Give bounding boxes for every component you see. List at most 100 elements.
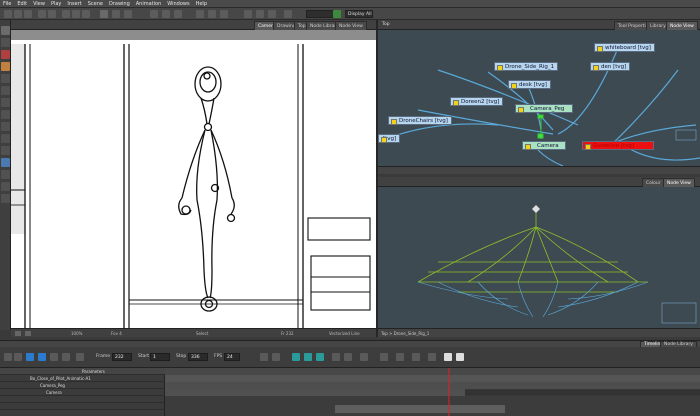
key-icon[interactable] xyxy=(260,353,268,361)
first-frame-icon[interactable] xyxy=(4,353,12,361)
next-frame-icon[interactable] xyxy=(50,353,58,361)
node-view-canvas[interactable]: whiteboard [tvg] Drone_Side_Rig_1 den [t… xyxy=(378,30,700,166)
onion-skin-icon[interactable] xyxy=(292,353,300,361)
pencil-tool-icon[interactable] xyxy=(1,62,10,71)
node-view2-canvas[interactable] xyxy=(378,187,700,328)
zoom-level[interactable]: 100% xyxy=(71,331,82,336)
paint-tool-icon[interactable] xyxy=(1,158,10,167)
reset-rotation-icon[interactable] xyxy=(256,10,264,18)
brush-tool-icon[interactable] xyxy=(1,50,10,59)
tab-colour[interactable]: Colour xyxy=(642,178,665,187)
marker-icon[interactable] xyxy=(360,353,368,361)
reset-view-icon[interactable] xyxy=(15,331,21,336)
dropper-tool-icon[interactable] xyxy=(1,170,10,179)
copy-icon[interactable] xyxy=(72,10,80,18)
light-table-icon[interactable] xyxy=(220,10,228,18)
ellipse-tool-icon[interactable] xyxy=(1,134,10,143)
node-guideline[interactable]: Guideline [tvg] xyxy=(582,141,654,150)
menu-edit[interactable]: Edit xyxy=(17,1,27,7)
node-desk[interactable]: desk [tvg] xyxy=(508,80,551,89)
menu-file[interactable]: File xyxy=(3,1,11,7)
stop-field[interactable]: 336 xyxy=(188,353,208,361)
menu-play[interactable]: Play xyxy=(51,1,61,7)
menu-windows[interactable]: Windows xyxy=(167,1,189,7)
layer-row[interactable] xyxy=(0,396,165,403)
eraser-tool-icon[interactable] xyxy=(1,86,10,95)
undo-icon[interactable] xyxy=(38,10,46,18)
layer-row[interactable]: Bo_Close_of_Pilot_Animatic-A1 xyxy=(0,375,165,382)
node-drone-side-rig[interactable]: Drone_Side_Rig_1 xyxy=(494,62,559,71)
contour-editor-icon[interactable] xyxy=(1,38,10,47)
menu-scene[interactable]: Scene xyxy=(88,1,103,7)
timeline-grid[interactable] xyxy=(165,368,700,416)
layer-row[interactable]: Camera xyxy=(0,389,165,396)
add-peg-icon[interactable] xyxy=(396,353,404,361)
hand-tool-icon[interactable] xyxy=(1,182,10,191)
paste-icon[interactable] xyxy=(82,10,90,18)
menu-animation[interactable]: Animation xyxy=(136,1,162,7)
motion-key-icon[interactable] xyxy=(272,353,280,361)
cut-icon[interactable] xyxy=(62,10,70,18)
link-icon[interactable] xyxy=(428,353,436,361)
node-camera[interactable]: Camera xyxy=(522,141,566,150)
render-icon[interactable] xyxy=(284,10,292,18)
prev-frame-icon[interactable] xyxy=(14,353,22,361)
node-dronechairs[interactable]: DroneChairs [tvg] xyxy=(388,116,452,125)
open-icon[interactable] xyxy=(14,10,22,18)
rotate-view-icon[interactable] xyxy=(25,331,31,336)
menu-insert[interactable]: Insert xyxy=(67,1,81,7)
rectangle-tool-icon[interactable] xyxy=(1,122,10,131)
select-tool-icon[interactable] xyxy=(1,26,10,35)
hold-icon[interactable] xyxy=(344,353,352,361)
rotate-icon[interactable] xyxy=(124,10,132,18)
brush-icon[interactable] xyxy=(150,10,158,18)
camera-canvas[interactable] xyxy=(11,30,376,328)
menu-help[interactable]: Help xyxy=(196,1,207,7)
redo-icon[interactable] xyxy=(48,10,56,18)
node-whiteboard[interactable]: whiteboard [tvg] xyxy=(594,43,655,52)
layer-row[interactable]: Camera_Peg xyxy=(0,382,165,389)
last-frame-icon[interactable] xyxy=(62,353,70,361)
node-doreen2[interactable]: Doreen2 [tvg] xyxy=(450,97,504,106)
cutter-tool-icon[interactable] xyxy=(1,98,10,107)
zoom-tool-icon[interactable] xyxy=(1,194,10,203)
layer-name: Bo_Close_of_Pilot_Animatic-A1 xyxy=(30,376,91,381)
onion-prev-icon[interactable] xyxy=(304,353,312,361)
add-drawing-icon[interactable] xyxy=(380,353,388,361)
text-tool-icon[interactable] xyxy=(1,74,10,83)
layer-row[interactable] xyxy=(0,403,165,410)
delete-layer-icon[interactable] xyxy=(412,353,420,361)
expand-icon[interactable] xyxy=(456,353,464,361)
camera-view[interactable] xyxy=(11,30,376,328)
node-den[interactable]: den [tvg] xyxy=(590,62,631,71)
line-tool-icon[interactable] xyxy=(1,110,10,119)
onion-next-icon[interactable] xyxy=(316,353,324,361)
thumbnail-icon[interactable] xyxy=(444,353,452,361)
reset-zoom-icon[interactable] xyxy=(268,10,276,18)
transform-icon[interactable] xyxy=(112,10,120,18)
play-icon[interactable] xyxy=(26,353,34,361)
tab-node-view[interactable]: Node View xyxy=(666,21,698,30)
ease-icon[interactable] xyxy=(332,353,340,361)
new-icon[interactable] xyxy=(4,10,12,18)
onion-skin-icon[interactable] xyxy=(208,10,216,18)
fps-field[interactable]: 24 xyxy=(224,353,240,361)
polyline-tool-icon[interactable] xyxy=(1,146,10,155)
loop-icon[interactable] xyxy=(38,353,46,361)
menu-view[interactable]: View xyxy=(33,1,45,7)
sound-icon[interactable] xyxy=(76,353,84,361)
eraser-icon[interactable] xyxy=(174,10,182,18)
reset-view-icon[interactable] xyxy=(244,10,252,18)
frame-field[interactable]: 232 xyxy=(112,353,132,361)
node-camera-peg[interactable]: Camera_Peg xyxy=(515,104,573,113)
save-icon[interactable] xyxy=(24,10,32,18)
tab-node-view[interactable]: Node View xyxy=(335,21,367,30)
pencil-icon[interactable] xyxy=(162,10,170,18)
start-field[interactable]: 1 xyxy=(150,353,170,361)
node-tvg[interactable]: [tvg] xyxy=(378,134,401,143)
tab-node-view-2[interactable]: Node View xyxy=(663,178,695,187)
select-tool-icon[interactable] xyxy=(100,10,108,18)
display-select[interactable]: Display All xyxy=(345,10,373,18)
grid-icon[interactable] xyxy=(196,10,204,18)
menu-drawing[interactable]: Drawing xyxy=(109,1,130,7)
